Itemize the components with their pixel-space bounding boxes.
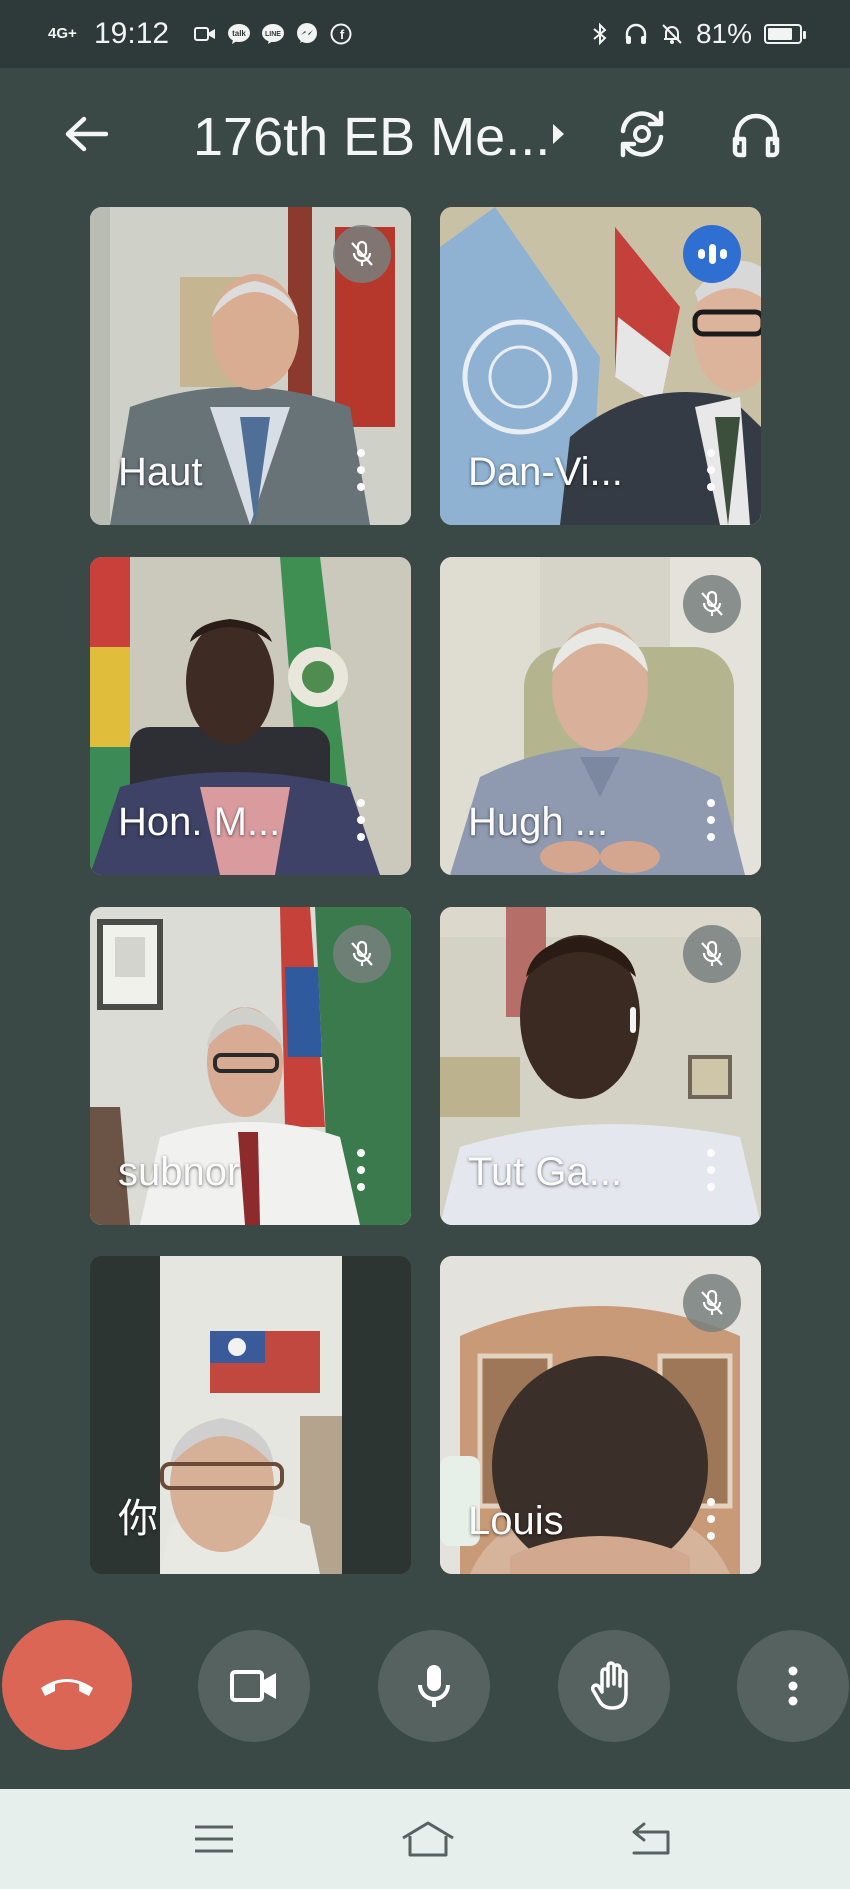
participant-name: Haut (118, 450, 203, 494)
participant-name: 你 (118, 1497, 158, 1541)
speaking-indicator-icon (683, 225, 741, 283)
status-time: 19:12 (94, 17, 170, 50)
end-call-icon (41, 1679, 93, 1696)
mic-muted-icon (683, 1274, 741, 1332)
participant-name: Dan-Vi... (468, 450, 623, 494)
mic-muted-icon (683, 575, 741, 633)
battery-level (768, 28, 792, 40)
mic-muted-icon (333, 925, 391, 983)
participant-tile[interactable]: Haut (90, 207, 411, 525)
raise-hand-button[interactable] (558, 1630, 670, 1742)
participant-tile[interactable]: Hon. M... (90, 557, 411, 875)
more-options-icon[interactable] (357, 799, 365, 841)
more-options-icon[interactable] (707, 1498, 715, 1540)
more-options-icon (788, 1666, 798, 1706)
network-indicator: 4G+ (48, 25, 77, 42)
headphones-icon[interactable] (728, 106, 784, 162)
more-options-icon[interactable] (707, 799, 715, 841)
participant-name: Hugh ... (468, 800, 609, 844)
more-options-button[interactable] (737, 1630, 849, 1742)
headphones-icon (624, 22, 648, 46)
camera-icon (230, 1670, 276, 1702)
svg-text:f: f (340, 27, 345, 42)
battery-percent: 81% (695, 18, 752, 49)
mic-muted-icon (683, 925, 741, 983)
talk-app-icon: talk (227, 22, 251, 46)
system-nav-bar (0, 1789, 850, 1889)
participant-tile[interactable]: 你 (90, 1256, 411, 1574)
status-bar: 4G+ 19:12 talk LINE f 81% (0, 0, 850, 68)
switch-camera-icon[interactable] (614, 106, 670, 162)
video-camera-icon (193, 22, 217, 46)
meeting-header: 176th EB Me... (0, 68, 850, 200)
end-call-button[interactable] (2, 1620, 132, 1750)
participant-name: subnor (118, 1150, 241, 1194)
battery-icon (764, 24, 806, 44)
meeting-title[interactable]: 176th EB Me... (193, 106, 550, 168)
bluetooth-icon (588, 22, 612, 46)
more-options-icon[interactable] (707, 1149, 715, 1191)
line-app-icon: LINE (261, 22, 285, 46)
back-arrow-icon[interactable] (58, 112, 114, 156)
microphone-button[interactable] (378, 1630, 490, 1742)
more-options-icon[interactable] (357, 1149, 365, 1191)
facebook-icon: f (329, 22, 353, 46)
mic-muted-icon (333, 225, 391, 283)
more-options-icon[interactable] (357, 449, 365, 491)
camera-button[interactable] (198, 1630, 310, 1742)
participant-name: Louis (468, 1499, 564, 1543)
participant-tile[interactable]: subnor (90, 907, 411, 1225)
participant-name: Hon. M... (118, 800, 281, 844)
do-not-disturb-icon (660, 22, 684, 46)
recent-apps-icon[interactable] (190, 1817, 238, 1861)
messenger-icon (295, 22, 319, 46)
svg-text:LINE: LINE (265, 31, 281, 38)
participant-tile[interactable]: Dan-Vi... (440, 207, 761, 525)
home-icon[interactable] (400, 1817, 456, 1861)
back-icon[interactable] (626, 1817, 674, 1861)
more-options-icon[interactable] (707, 449, 715, 491)
participant-name: Tut Ga... (468, 1150, 623, 1194)
microphone-icon (418, 1665, 450, 1707)
title-chevron-icon[interactable] (548, 120, 568, 148)
participant-tile[interactable]: Hugh ... (440, 557, 761, 875)
participant-tile[interactable]: Louis (440, 1256, 761, 1574)
raise-hand-icon (590, 1661, 628, 1710)
participant-tile[interactable]: Tut Ga... (440, 907, 761, 1225)
svg-text:talk: talk (232, 29, 246, 38)
